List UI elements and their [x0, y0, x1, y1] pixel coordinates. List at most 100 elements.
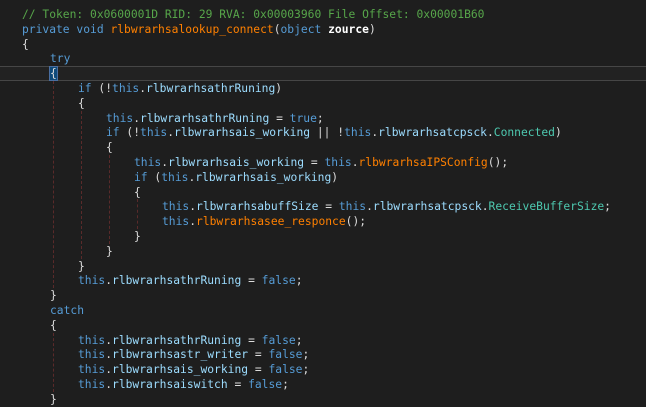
- code-token: .: [366, 200, 373, 214]
- code-token: false: [268, 348, 303, 362]
- code-token: this: [78, 363, 106, 377]
- code-token: rlbwrarhsalookup_connect: [110, 22, 274, 36]
- code-token: Connected: [493, 126, 555, 140]
- code-token: }: [134, 230, 141, 243]
- code-token: ;: [302, 363, 310, 377]
- code-token: rlbwrarhsasee_responce: [196, 215, 346, 229]
- code-token: {: [134, 185, 141, 199]
- code-token: rlbwrarhsathrRuning: [140, 111, 270, 125]
- code-token: =: [241, 274, 262, 288]
- code-line: {: [22, 37, 29, 52]
- code-token: this: [344, 126, 372, 140]
- code-line: if (!this.rlbwrarhsathrRuning): [78, 81, 282, 96]
- code-token: rlbwrarhsathrRuning: [112, 333, 242, 347]
- code-token: ): [368, 22, 376, 36]
- code-token: this: [78, 333, 106, 347]
- code-token: rlbwrarhsaiswitch: [112, 378, 228, 391]
- code-token: rlbwrarhsathrRuning: [112, 274, 242, 288]
- code-token: this: [78, 274, 106, 288]
- code-token: || !: [310, 126, 345, 140]
- code-line: this.rlbwrarhsathrRuning = true;: [106, 111, 324, 126]
- code-token: =: [248, 348, 269, 362]
- code-line: this.rlbwrarhsais_working = false;: [78, 362, 309, 377]
- code-token: // Token: 0x0600001D RID: 29 RVA: 0x0000…: [22, 8, 485, 21]
- code-token: {: [50, 318, 57, 332]
- code-token: =: [304, 156, 325, 169]
- code-token: void: [76, 22, 104, 36]
- current-line-highlight: [0, 66, 646, 81]
- code-line: this.rlbwrarhsabuffSize = this.rlbwrarhs…: [162, 199, 611, 214]
- code-token: rlbwrarhsaIPSConfig: [358, 156, 488, 169]
- code-token: this: [112, 82, 140, 95]
- code-token: private: [22, 22, 70, 36]
- code-token: ();: [345, 215, 367, 229]
- code-token: rlbwrarhsais_working: [112, 363, 249, 377]
- code-token: (: [147, 170, 162, 184]
- code-line: this.rlbwrarhsathrRuning = false;: [78, 273, 303, 288]
- code-token: object: [280, 22, 322, 36]
- code-token: }: [50, 289, 57, 303]
- code-line: {: [50, 318, 57, 333]
- code-token: .: [105, 274, 113, 288]
- code-token: this: [134, 156, 162, 169]
- code-token: try: [50, 52, 71, 66]
- code-token: ;: [282, 378, 289, 391]
- code-token: this: [106, 111, 134, 125]
- code-token: this: [162, 200, 190, 214]
- code-line: this.rlbwrarhsastr_writer = false;: [78, 347, 309, 362]
- code-token: this: [140, 126, 168, 140]
- indent-guide: [81, 110, 82, 259]
- code-token: ): [275, 82, 283, 95]
- code-token: {: [78, 96, 85, 110]
- code-token: ();: [487, 156, 509, 169]
- code-line: this.rlbwrarhsaiswitch = false;: [78, 377, 289, 392]
- code-line: try: [50, 51, 70, 66]
- code-token: .: [189, 200, 197, 214]
- code-line: }: [78, 259, 85, 274]
- code-token: if: [106, 126, 120, 140]
- code-line: this.rlbwrarhsasee_responce();: [162, 214, 366, 229]
- code-token: .: [105, 333, 113, 347]
- code-line: }: [50, 392, 57, 407]
- code-token: if: [78, 82, 92, 95]
- code-token: rlbwrarhsais_working: [174, 126, 311, 140]
- code-token: ): [331, 170, 339, 184]
- code-token: (: [273, 22, 281, 36]
- code-token: .: [189, 215, 197, 229]
- code-line: // Token: 0x0600001D RID: 29 RVA: 0x0000…: [22, 7, 485, 22]
- code-token: false: [268, 363, 303, 377]
- code-line: this.rlbwrarhsais_working = this.rlbwrar…: [134, 155, 508, 170]
- code-line: private void rlbwrarhsalookup_connect(ob…: [22, 22, 376, 37]
- code-token: this: [162, 215, 190, 229]
- code-token: if: [134, 170, 148, 184]
- indent-guide: [137, 199, 138, 229]
- code-token: ;: [295, 333, 303, 347]
- code-token: =: [318, 200, 339, 214]
- code-token: rlbwrarhsais_working: [195, 170, 332, 184]
- code-line: this.rlbwrarhsathrRuning = false;: [78, 333, 303, 348]
- code-token: true: [289, 111, 317, 125]
- code-token: .: [481, 200, 489, 214]
- code-token: rlbwrarhsatcpsck: [372, 200, 482, 214]
- code-token: .: [133, 111, 141, 125]
- code-token: ;: [295, 274, 303, 288]
- code-token: .: [105, 348, 113, 362]
- code-line: if (this.rlbwrarhsais_working): [134, 170, 338, 185]
- indent-guide: [53, 332, 54, 392]
- code-editor[interactable]: // Token: 0x0600001D RID: 29 RVA: 0x0000…: [0, 0, 646, 407]
- code-token: .: [105, 378, 113, 391]
- code-line: {: [78, 96, 85, 111]
- code-line: }: [50, 288, 57, 303]
- code-line: catch: [50, 303, 84, 318]
- code-token: (!: [91, 82, 113, 95]
- code-token: ReceiveBufferSize: [488, 200, 605, 214]
- code-token: false: [261, 274, 296, 288]
- code-token: {: [106, 141, 113, 155]
- code-token: rlbwrarhsais_working: [168, 156, 305, 169]
- code-token: ;: [316, 111, 324, 125]
- code-token: this: [78, 378, 106, 391]
- code-token: this: [338, 200, 367, 214]
- code-token: this: [324, 156, 352, 169]
- code-token: ): [554, 126, 562, 140]
- code-line: {: [106, 140, 113, 155]
